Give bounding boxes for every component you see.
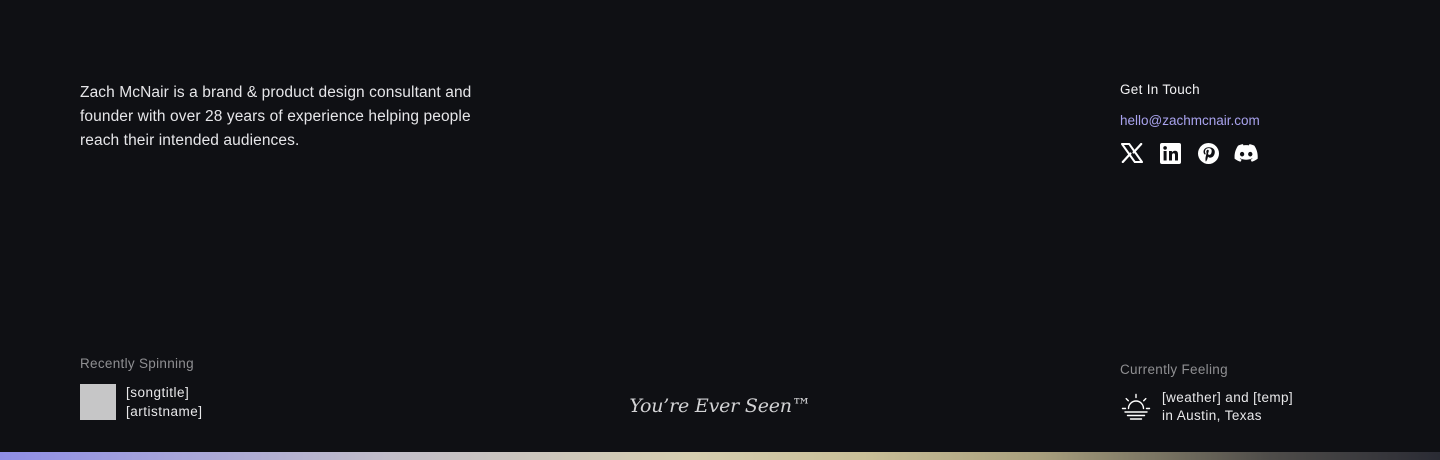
weather-widget: [weather] and [temp] in Austin, Texas: [1120, 389, 1293, 425]
weather-location: in Austin, Texas: [1162, 408, 1262, 423]
sunrise-icon: [1120, 391, 1152, 423]
recently-spinning-label: Recently Spinning: [80, 356, 194, 371]
pinterest-icon[interactable]: [1196, 141, 1220, 165]
x-icon[interactable]: [1120, 141, 1144, 165]
bio-line: reach their intended audiences.: [80, 132, 300, 149]
contact-heading: Get In Touch: [1120, 82, 1200, 97]
site-footer: Zach McNair is a brand & product design …: [0, 0, 1440, 452]
gradient-bar: [0, 452, 1440, 460]
social-links: [1120, 141, 1260, 165]
discord-icon[interactable]: [1234, 141, 1258, 165]
weather-info: [weather] and [temp] in Austin, Texas: [1162, 389, 1293, 425]
currently-feeling-label: Currently Feeling: [1120, 362, 1228, 377]
weather-condition: [weather] and [temp]: [1162, 390, 1294, 405]
bio-line: Zach McNair is a brand & product design …: [80, 84, 472, 101]
currently-feeling-section: Currently Feeling [weather] and [temp] i…: [1120, 361, 1293, 425]
bio-text: Zach McNair is a brand & product design …: [80, 81, 510, 153]
bio-line: founder with over 28 years of experience…: [80, 108, 471, 125]
email-link[interactable]: hello@zachmcnair.com: [1120, 111, 1260, 131]
contact-section: Get In Touch hello@zachmcnair.com: [1120, 80, 1260, 165]
linkedin-icon[interactable]: [1158, 141, 1182, 165]
